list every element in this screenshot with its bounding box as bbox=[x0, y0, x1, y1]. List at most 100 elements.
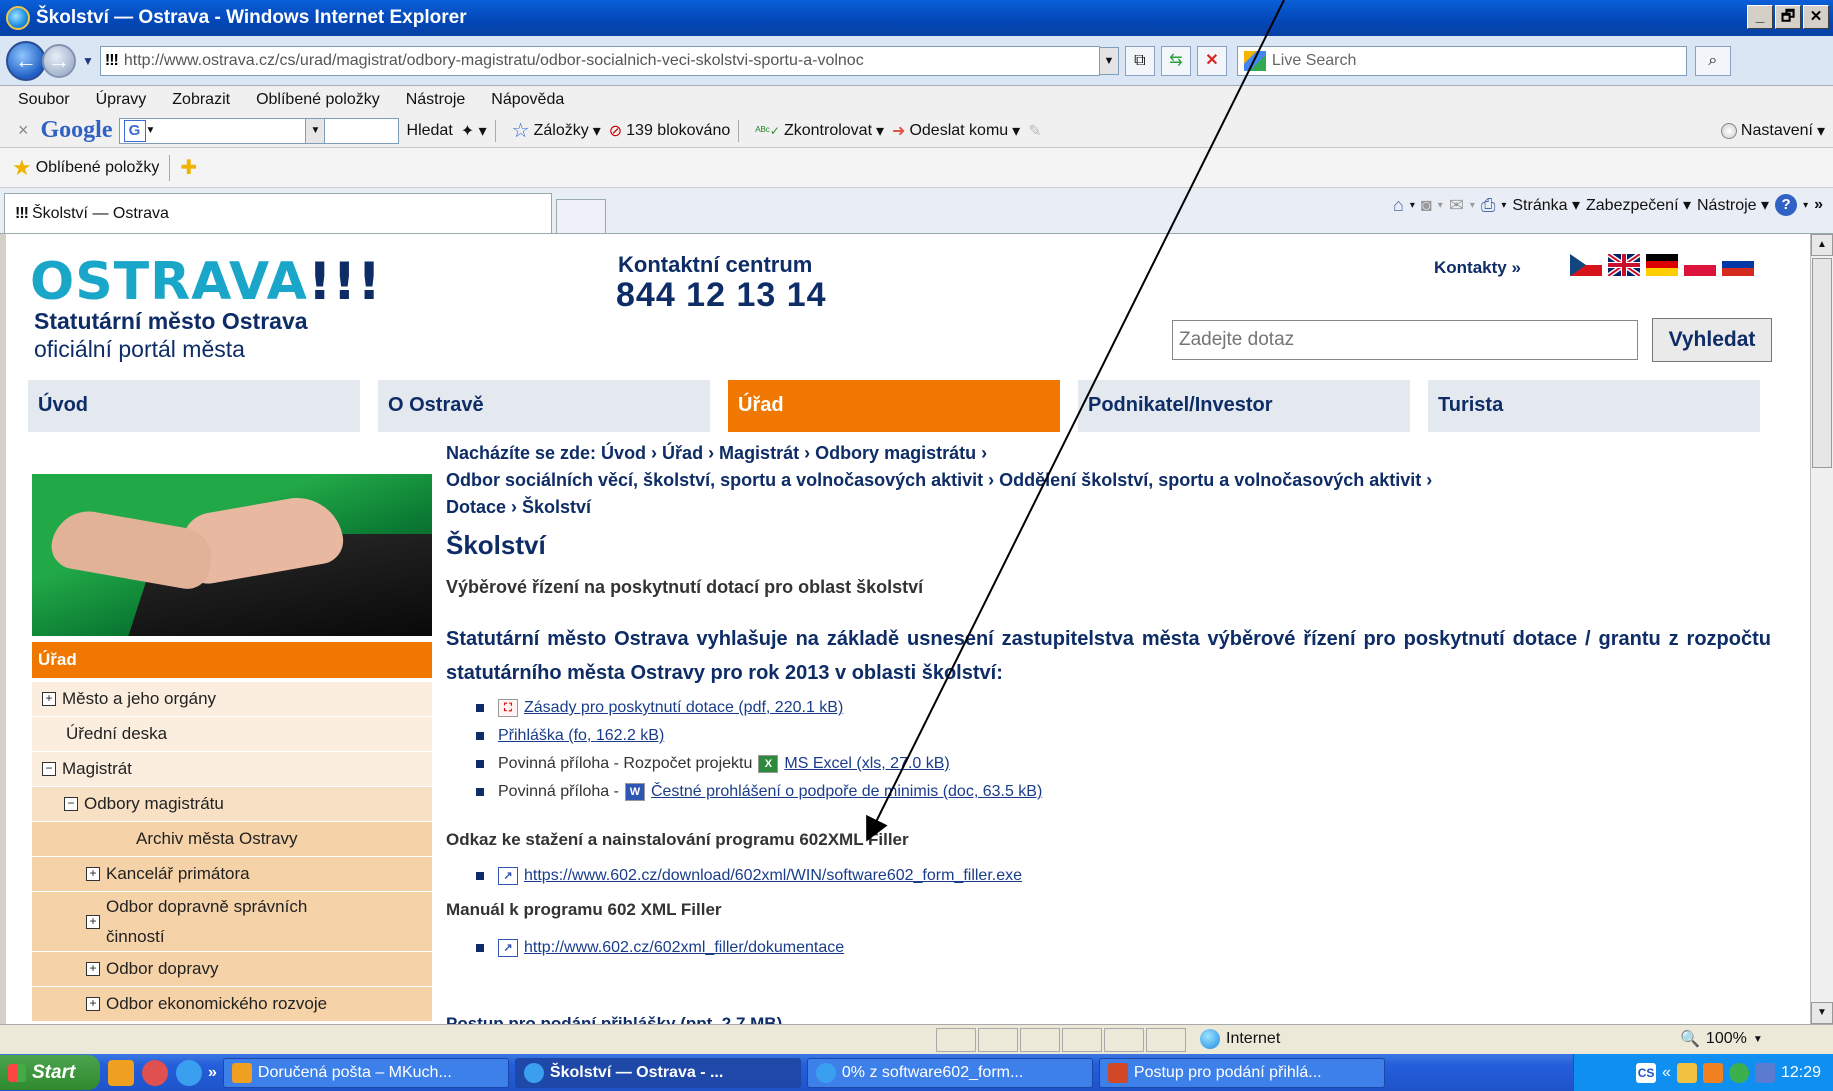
expand-icon[interactable]: + bbox=[42, 692, 56, 706]
taskbar-button-mail[interactable]: Doručená pošta – MKuch... bbox=[222, 1057, 509, 1088]
nav-podnikatel[interactable]: Podnikatel/Investor bbox=[1078, 380, 1410, 432]
expand-icon[interactable]: + bbox=[86, 914, 100, 929]
expand-icon[interactable]: + bbox=[86, 962, 100, 976]
tray-expand-icon[interactable]: « bbox=[1662, 1064, 1671, 1082]
more-commands-icon[interactable]: » bbox=[1814, 196, 1823, 214]
expand-icon[interactable]: + bbox=[86, 997, 100, 1011]
pencil-icon[interactable]: ✎ bbox=[1028, 121, 1041, 141]
ostrava-logo[interactable]: OSTRAVA!!! bbox=[30, 252, 382, 312]
polish-flag-icon[interactable] bbox=[1684, 254, 1716, 276]
media-quicklaunch-icon[interactable] bbox=[142, 1059, 168, 1086]
close-toolbar-icon[interactable]: × bbox=[18, 120, 29, 141]
download-link[interactable]: https://www.602.cz/download/602xml/WIN/s… bbox=[524, 867, 1022, 885]
nav-urad[interactable]: Úřad bbox=[728, 380, 1060, 432]
russian-flag-icon[interactable] bbox=[1722, 254, 1754, 276]
popup-blocker-button[interactable]: ⊘ 139 blokováno bbox=[609, 121, 731, 141]
language-icon[interactable]: CS bbox=[1636, 1062, 1657, 1083]
menu-tools[interactable]: Nástroje bbox=[406, 91, 466, 109]
rss-feed-icon[interactable]: ◙ bbox=[1421, 195, 1432, 216]
zoom-control[interactable]: 🔍 100% ▼ bbox=[1680, 1029, 1763, 1049]
nav-o-ostrave[interactable]: O Ostravě bbox=[378, 380, 710, 432]
sidebar-item-uredni-deska[interactable]: Úřední deska bbox=[32, 717, 432, 752]
send-to-button[interactable]: ➜ Odeslat komu ▾ bbox=[892, 121, 1020, 141]
sidebar-item-mesto[interactable]: + Město a jeho orgány bbox=[32, 682, 432, 717]
address-field[interactable]: !!! http://www.ostrava.cz/cs/urad/magist… bbox=[99, 45, 1100, 76]
sidebar-item-doprava[interactable]: + Odbor dopravy bbox=[32, 952, 432, 987]
back-button[interactable]: ← bbox=[6, 40, 46, 81]
sidebar-item-archiv[interactable]: Archiv města Ostravy bbox=[32, 822, 432, 857]
start-button[interactable]: Start bbox=[0, 1055, 100, 1090]
clock[interactable]: 12:29 bbox=[1781, 1064, 1821, 1082]
tray-icon[interactable] bbox=[1728, 1062, 1749, 1083]
german-flag-icon[interactable] bbox=[1646, 254, 1678, 276]
collapse-icon[interactable]: − bbox=[42, 762, 56, 776]
expand-icon[interactable]: + bbox=[86, 867, 100, 881]
site-search-button[interactable]: Vyhledat bbox=[1652, 318, 1772, 362]
site-search-input[interactable] bbox=[1172, 320, 1638, 360]
scroll-thumb[interactable] bbox=[1812, 258, 1832, 468]
help-dropdown-icon[interactable]: ▾ bbox=[1803, 200, 1808, 211]
menu-edit[interactable]: Úpravy bbox=[96, 91, 147, 109]
sidebar-item-odbory[interactable]: − Odbory magistrátu bbox=[32, 787, 432, 822]
doc-link-zasady[interactable]: Zásady pro poskytnutí dotace (pdf, 220.1… bbox=[524, 699, 843, 717]
menu-view[interactable]: Zobrazit bbox=[172, 91, 230, 109]
print-dropdown-icon[interactable]: ▾ bbox=[1501, 200, 1506, 211]
new-tab-button[interactable] bbox=[556, 199, 606, 233]
tools-menu[interactable]: Nástroje ▾ bbox=[1697, 195, 1769, 215]
mail-dropdown-icon[interactable]: ▾ bbox=[1470, 200, 1475, 211]
nav-turista[interactable]: Turista bbox=[1428, 380, 1760, 432]
minimize-button[interactable]: _ bbox=[1747, 5, 1773, 29]
manual-link[interactable]: http://www.602.cz/602xml_filler/dokument… bbox=[524, 939, 844, 957]
favorites-label[interactable]: Oblíbené položky bbox=[36, 159, 160, 177]
print-icon[interactable]: ⎙ bbox=[1481, 195, 1495, 216]
breadcrumb-line[interactable]: Dotace › Školství bbox=[446, 494, 1786, 521]
maximize-button[interactable]: 🗗 bbox=[1775, 5, 1801, 29]
forward-button[interactable]: → bbox=[42, 43, 76, 78]
search-go-icon[interactable]: ⌕ bbox=[1694, 45, 1731, 76]
bookmarks-button[interactable]: ☆ Záložky ▾ bbox=[512, 118, 601, 143]
security-menu[interactable]: Zabezpečení ▾ bbox=[1586, 195, 1691, 215]
scroll-up-icon[interactable]: ▲ bbox=[1811, 234, 1833, 256]
zoom-dropdown-icon[interactable]: ▼ bbox=[1753, 1034, 1763, 1045]
spellcheck-button[interactable]: ᴬᴮᶜ✓ Zkontrolovat ▾ bbox=[755, 121, 884, 141]
collapse-icon[interactable]: − bbox=[64, 797, 78, 811]
refresh-icon[interactable]: ⇆ bbox=[1160, 45, 1191, 76]
doc-link-de-minimis[interactable]: Čestné prohlášení o podpoře de minimis (… bbox=[651, 783, 1042, 801]
outlook-quicklaunch-icon[interactable] bbox=[108, 1059, 134, 1086]
breadcrumb-line[interactable]: Odbor sociálních věcí, školství, sportu … bbox=[446, 467, 1786, 494]
page-menu[interactable]: Stránka ▾ bbox=[1512, 195, 1580, 215]
feed-dropdown-icon[interactable]: ▾ bbox=[1438, 200, 1443, 211]
google-search-field[interactable]: G ▼ ▼ bbox=[118, 117, 399, 144]
url-text[interactable]: http://www.ostrava.cz/cs/urad/magistrat/… bbox=[124, 52, 864, 70]
ie-quicklaunch-icon[interactable] bbox=[176, 1059, 202, 1086]
sidebar-item-ekonomicky-rozvoj[interactable]: + Odbor ekonomického rozvoje bbox=[32, 987, 432, 1022]
doc-link-prihlaska[interactable]: Přihláška (fo, 162.2 kB) bbox=[498, 727, 664, 745]
help-icon[interactable]: ? bbox=[1775, 194, 1798, 216]
mail-icon[interactable]: ✉ bbox=[1449, 195, 1464, 216]
czech-flag-icon[interactable] bbox=[1570, 254, 1602, 276]
vertical-scrollbar[interactable]: ▲ ▼ bbox=[1810, 234, 1833, 1024]
close-button[interactable]: ✕ bbox=[1803, 5, 1829, 29]
uk-flag-icon[interactable] bbox=[1608, 254, 1640, 276]
tab-skolstvi[interactable]: !!! Školství — Ostrava bbox=[4, 193, 552, 233]
tray-icon[interactable] bbox=[1702, 1062, 1723, 1083]
menu-help[interactable]: Nápověda bbox=[491, 91, 564, 109]
contacts-link[interactable]: Kontakty » bbox=[1434, 258, 1521, 278]
home-icon[interactable]: ⌂ bbox=[1393, 195, 1404, 216]
sidebar-item-kancelar[interactable]: + Kancelář primátora bbox=[32, 857, 432, 892]
address-dropdown-icon[interactable]: ▼ bbox=[1098, 46, 1119, 75]
tray-icon[interactable] bbox=[1754, 1062, 1775, 1083]
compatibility-icon[interactable]: ⧉ bbox=[1124, 45, 1155, 76]
breadcrumb-line[interactable]: Nacházíte se zde: Úvod › Úřad › Magistrá… bbox=[446, 440, 1786, 467]
google-search-dropdown-icon[interactable]: ▼ bbox=[305, 117, 326, 144]
home-dropdown-icon[interactable]: ▾ bbox=[1410, 200, 1415, 211]
chevron-down-icon[interactable]: ▼ bbox=[146, 125, 156, 136]
history-dropdown-icon[interactable]: ▼ bbox=[82, 54, 94, 68]
quicklaunch-more-icon[interactable]: » bbox=[208, 1064, 217, 1082]
tray-icon[interactable] bbox=[1676, 1062, 1697, 1083]
live-search-field[interactable]: Live Search bbox=[1236, 45, 1687, 76]
settings-button[interactable]: Nastavení ▾ bbox=[1720, 121, 1825, 141]
google-options-icon[interactable]: ✦ ▾ bbox=[461, 121, 487, 141]
taskbar-button-download[interactable]: 0% z software602_form... bbox=[806, 1057, 1093, 1088]
google-search-button[interactable]: Hledat bbox=[407, 122, 453, 140]
